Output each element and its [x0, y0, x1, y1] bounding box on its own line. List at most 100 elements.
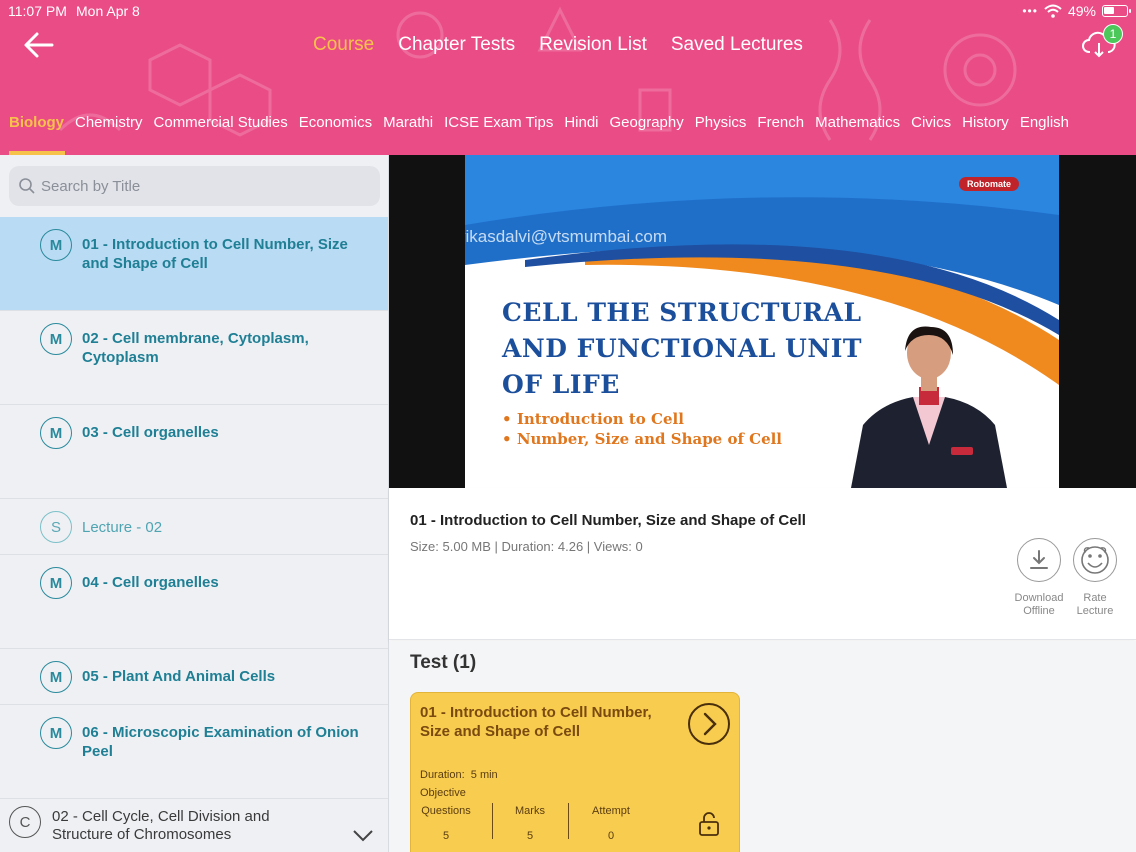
search-input[interactable] [41, 166, 371, 206]
attempt-stat: Attempt 0 [576, 805, 646, 842]
subject-tab-hindi[interactable]: Hindi [564, 114, 598, 131]
lecture-list-item[interactable]: S Lecture - 02 [0, 499, 388, 555]
subject-tab-biology[interactable]: Biology [9, 114, 64, 131]
questions-value: 5 [442, 830, 450, 842]
tab-course[interactable]: Course [313, 34, 374, 56]
lecture-meta: Size: 5.00 MB | Duration: 4.26 | Views: … [410, 539, 643, 554]
subject-tab-history[interactable]: History [962, 114, 1009, 131]
status-time: 11:07 PM [8, 3, 67, 19]
lock-open-icon [699, 812, 719, 836]
lecture-sidebar: M 01 - Introduction to Cell Number, Size … [0, 155, 389, 852]
subject-tab-economics[interactable]: Economics [299, 114, 372, 131]
attempt-value: 0 [607, 830, 615, 842]
search-icon [19, 178, 35, 194]
subject-tab-commercial-studies[interactable]: Commercial Studies [154, 114, 288, 131]
rate-label-line1: Rate [1083, 592, 1107, 604]
test-type: Objective [420, 787, 466, 799]
subject-tab-english[interactable]: English [1020, 114, 1069, 131]
search-bar [9, 166, 380, 206]
lecture-title: 02 - Cell membrane, Cytoplasm, Cytoplasm [82, 330, 309, 366]
tab-chapter-tests[interactable]: Chapter Tests [398, 34, 515, 56]
lecture-title: 04 - Cell organelles [82, 574, 219, 591]
lecture-list-item[interactable]: M 02 - Cell membrane, Cytoplasm, Cytoplas… [0, 311, 388, 405]
test-card[interactable]: 01 - Introduction to Cell Number, Size a… [410, 692, 740, 852]
questions-stat: Questions 5 [411, 805, 481, 842]
multitasking-dots-icon: ••• [1022, 4, 1038, 18]
battery-icon [1102, 5, 1131, 17]
science-pattern-decoration [58, 6, 1017, 141]
back-arrow-icon[interactable] [22, 30, 56, 60]
rate-lecture-button[interactable]: Rate Lecture [1065, 538, 1125, 618]
lecture-list-item[interactable]: M 03 - Cell organelles [0, 405, 388, 499]
slide-bullet: Introduction to Cell [502, 409, 782, 429]
video-player[interactable]: Robomate vikasdalvi@vtsmumbai.com CELL T… [389, 155, 1136, 488]
slide-bullet: Number, Size and Shape of Cell [502, 429, 782, 449]
rate-face-icon [1081, 546, 1109, 574]
chapter-badge: C [9, 806, 41, 838]
slide-headline: CELL THE STRUCTURAL AND FUNCTIONAL UNIT OF… [502, 295, 902, 403]
subject-tab-mathematics[interactable]: Mathematics [815, 114, 900, 131]
headline-line: CELL THE STRUCTURAL [502, 298, 862, 327]
subject-tab-physics[interactable]: Physics [695, 114, 747, 131]
stat-divider [492, 803, 493, 839]
questions-label: Questions [421, 805, 471, 817]
top-tab-bar: Course Chapter Tests Revision List Saved Le… [313, 34, 803, 56]
download-icon [1030, 550, 1048, 569]
subject-tab-civics[interactable]: Civics [911, 114, 951, 131]
lecture-list-item[interactable]: M 05 - Plant And Animal Cells [0, 649, 388, 705]
status-date: Mon Apr 8 [76, 3, 140, 19]
lecture-title: 05 - Plant And Animal Cells [82, 668, 276, 685]
subject-tab-chemistry[interactable]: Chemistry [75, 114, 143, 131]
battery-percent: 49% [1067, 3, 1096, 19]
test-duration: Duration: 5 min [420, 769, 498, 781]
lecture-list-item[interactable]: M 06 - Microscopic Examination of Onion P… [0, 705, 388, 799]
lecture-list: M 01 - Introduction to Cell Number, Size … [0, 217, 388, 852]
chapter-title: 02 - Cell Cycle, Cell Division and Struc… [52, 808, 270, 843]
lecture-type-badge: M [40, 417, 72, 449]
lecture-list-item[interactable]: M 04 - Cell organelles [0, 555, 388, 649]
lecture-type-badge: M [40, 717, 72, 749]
test-title: 01 - Introduction to Cell Number, Size a… [420, 704, 652, 740]
marks-value: 5 [526, 830, 534, 842]
download-label-line2: Offline [1023, 605, 1055, 617]
rate-label-line2: Lecture [1076, 605, 1114, 617]
attempt-label: Attempt [592, 805, 630, 817]
marks-label: Marks [515, 805, 545, 817]
chapter-header-item[interactable]: C 02 - Cell Cycle, Cell Division and Stru… [0, 799, 388, 852]
tab-saved-lectures[interactable]: Saved Lectures [671, 34, 803, 56]
subject-tab-bar: Biology Chemistry Commercial Studies Econom… [9, 114, 1069, 131]
subject-tab-geography[interactable]: Geography [610, 114, 684, 131]
subject-tab-french[interactable]: French [757, 114, 804, 131]
status-indicators: ••• 49% [1022, 3, 1131, 19]
marks-stat: Marks 5 [495, 805, 565, 842]
subject-tab-marathi[interactable]: Marathi [383, 114, 433, 131]
download-offline-button[interactable]: Download Offline [1009, 538, 1069, 618]
chevron-down-icon[interactable] [352, 829, 374, 843]
lecture-title: 01 - Introduction to Cell Number, Size a… [410, 512, 806, 529]
lecture-list-item[interactable]: M 01 - Introduction to Cell Number, Size … [0, 217, 388, 311]
tab-revision-list[interactable]: Revision List [539, 34, 647, 56]
video-watermark: vikasdalvi@vtsmumbai.com [465, 227, 667, 246]
lecture-type-badge: M [40, 229, 72, 261]
lecture-title: 01 - Introduction to Cell Number, Size a… [82, 236, 348, 272]
sync-count-badge: 1 [1103, 24, 1123, 44]
test-section: Test (1) 01 - Introduction to Cell Numbe… [389, 641, 1136, 852]
battery-fill [1104, 7, 1114, 14]
app-header: 11:07 PM Mon Apr 8 ••• 49% Course Chapter… [0, 0, 1136, 155]
lecture-title: Lecture - 02 [82, 519, 163, 536]
download-label-line1: Download [1014, 592, 1064, 604]
headline-line: OF LIFE [502, 370, 620, 399]
robomate-logo: Robomate [958, 177, 1019, 191]
lecture-info-panel: 01 - Introduction to Cell Number, Size a… [389, 488, 1136, 640]
slide-bullets: Introduction to CellNumber, Size and Sha… [502, 409, 782, 449]
subject-tab-icse-exam-tips[interactable]: ICSE Exam Tips [444, 114, 553, 131]
chevron-right-circle-icon[interactable] [687, 702, 731, 746]
test-heading: Test (1) [410, 652, 477, 673]
lecture-type-badge: M [40, 661, 72, 693]
headline-line: AND FUNCTIONAL UNIT [502, 334, 862, 363]
lecture-type-badge: S [40, 511, 72, 543]
duration-label: Duration: [420, 769, 465, 781]
duration-value: 5 min [470, 769, 498, 781]
video-frame: Robomate vikasdalvi@vtsmumbai.com CELL T… [465, 155, 1059, 488]
lecture-title: 03 - Cell organelles [82, 424, 219, 441]
